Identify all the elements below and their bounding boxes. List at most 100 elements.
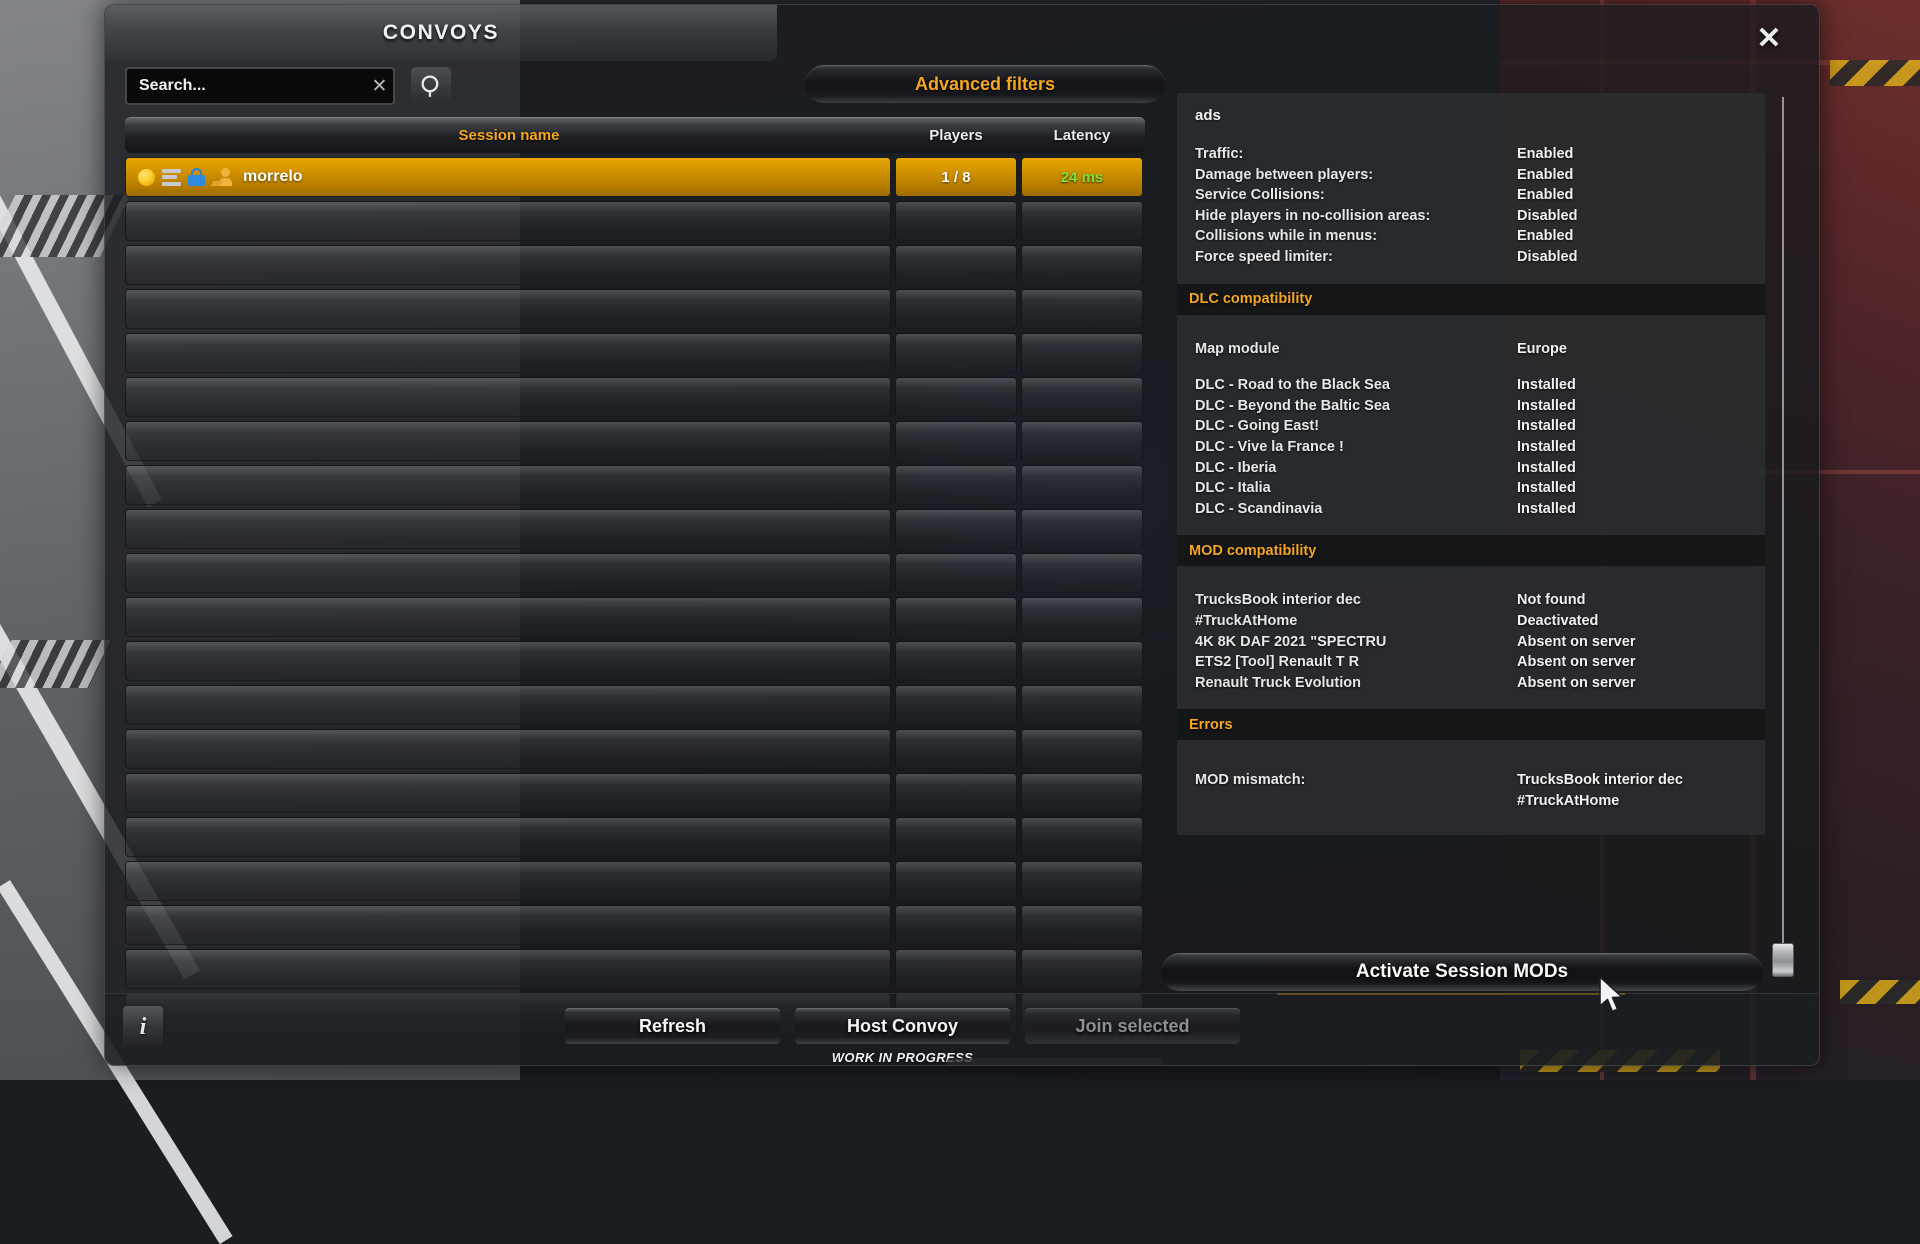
dlc-row-label: DLC - Vive la France !	[1195, 437, 1517, 458]
error-row: MOD mismatch:TrucksBook interior dec#Tru…	[1195, 770, 1747, 811]
info-icon[interactable]: i	[123, 1006, 163, 1048]
players-cell	[895, 553, 1017, 593]
players-value: 1 / 8	[941, 169, 970, 186]
activate-session-mods-button[interactable]: Activate Session MODs	[1161, 953, 1763, 991]
session-name-cell[interactable]	[125, 245, 891, 285]
errors-list: MOD mismatch:TrucksBook interior dec#Tru…	[1195, 770, 1747, 811]
session-name-cell[interactable]	[125, 377, 891, 417]
dlc-row-label: DLC - Iberia	[1195, 458, 1517, 479]
table-row-empty[interactable]	[125, 685, 1145, 727]
players-cell	[895, 465, 1017, 505]
table-row-empty[interactable]	[125, 905, 1145, 947]
dlc-row-value: Installed	[1517, 396, 1576, 417]
table-row[interactable]: morrelo 1 / 8 24 ms	[125, 157, 1145, 199]
session-name-cell[interactable]	[125, 685, 891, 725]
table-row-empty[interactable]	[125, 421, 1145, 463]
session-name-cell[interactable]	[125, 773, 891, 813]
latency-cell	[1021, 817, 1143, 857]
latency-cell: 24 ms	[1021, 157, 1143, 197]
table-row-empty[interactable]	[125, 641, 1145, 683]
latency-cell	[1021, 377, 1143, 417]
session-name-cell[interactable]	[125, 333, 891, 373]
table-row-empty[interactable]	[125, 553, 1145, 595]
table-row-empty[interactable]	[125, 333, 1145, 375]
players-cell	[895, 333, 1017, 373]
error-row-value: TrucksBook interior dec#TruckAtHome	[1517, 770, 1683, 811]
session-name-cell[interactable]: morrelo	[125, 157, 891, 197]
setting-row-value: Disabled	[1517, 247, 1577, 268]
players-cell	[895, 201, 1017, 241]
column-header-latency[interactable]: Latency	[1019, 117, 1145, 153]
search-row: ✕ Advanced filters	[125, 65, 1145, 113]
session-name-cell[interactable]	[125, 289, 891, 329]
refresh-button[interactable]: Refresh	[565, 1008, 780, 1044]
mod-row-label: 4K 8K DAF 2021 "SPECTRU	[1195, 632, 1517, 653]
players-cell	[895, 597, 1017, 637]
dlc-row-value: Installed	[1517, 478, 1576, 499]
mod-list: TrucksBook interior decNot found#TruckAt…	[1195, 590, 1747, 693]
setting-row-label: Service Collisions:	[1195, 185, 1517, 206]
setting-row-label: Collisions while in menus:	[1195, 226, 1517, 247]
mod-row: TrucksBook interior decNot found	[1195, 590, 1747, 611]
players-cell	[895, 377, 1017, 417]
error-row-label: MOD mismatch:	[1195, 770, 1517, 811]
search-box[interactable]: ✕	[125, 67, 395, 105]
dlc-list: DLC - Road to the Black SeaInstalled DLC …	[1195, 375, 1747, 519]
table-row-empty[interactable]	[125, 377, 1145, 419]
mod-row-value: Deactivated	[1517, 611, 1598, 632]
session-name-cell[interactable]	[125, 905, 891, 945]
table-row-empty[interactable]	[125, 773, 1145, 815]
session-name-cell[interactable]	[125, 641, 891, 681]
session-name-cell[interactable]	[125, 949, 891, 989]
search-input[interactable]	[127, 77, 366, 95]
dlc-row-value: Installed	[1517, 458, 1576, 479]
session-name-cell[interactable]	[125, 553, 891, 593]
players-cell	[895, 861, 1017, 901]
session-name-cell[interactable]	[125, 817, 891, 857]
advanced-filters-button[interactable]: Advanced filters	[805, 65, 1165, 103]
table-row-empty[interactable]	[125, 509, 1145, 551]
setting-row-value: Enabled	[1517, 226, 1573, 247]
session-name-cell[interactable]	[125, 465, 891, 505]
mod-row-label: ETS2 [Tool] Renault T R	[1195, 652, 1517, 673]
table-row-empty[interactable]	[125, 949, 1145, 991]
session-name-cell[interactable]	[125, 861, 891, 901]
players-cell	[895, 949, 1017, 989]
mod-row-value: Absent on server	[1517, 652, 1635, 673]
map-module-value: Europe	[1517, 339, 1567, 360]
session-name-cell[interactable]	[125, 509, 891, 549]
host-convoy-button[interactable]: Host Convoy	[795, 1008, 1010, 1044]
players-cell	[895, 289, 1017, 329]
column-header-session-name[interactable]: Session name	[125, 117, 893, 153]
table-row-empty[interactable]	[125, 201, 1145, 243]
table-row-empty[interactable]	[125, 817, 1145, 859]
setting-row-value: Enabled	[1517, 165, 1573, 186]
column-header-players[interactable]: Players	[893, 117, 1019, 153]
dlc-row-value: Installed	[1517, 416, 1576, 437]
table-row-empty[interactable]	[125, 465, 1145, 507]
table-row-empty[interactable]	[125, 729, 1145, 771]
session-name-cell[interactable]	[125, 421, 891, 461]
clear-search-icon[interactable]: ✕	[366, 69, 393, 103]
table-row-empty[interactable]	[125, 597, 1145, 639]
latency-cell	[1021, 729, 1143, 769]
session-name-cell[interactable]	[125, 201, 891, 241]
players-cell	[895, 729, 1017, 769]
status-dot-icon	[138, 169, 155, 186]
session-name-cell[interactable]	[125, 597, 891, 637]
session-name-cell[interactable]	[125, 729, 891, 769]
join-selected-button[interactable]: Join selected	[1025, 1008, 1240, 1044]
detail-scrollbar[interactable]	[1777, 97, 1789, 977]
table-row-empty[interactable]	[125, 245, 1145, 287]
table-row-empty[interactable]	[125, 289, 1145, 331]
latency-cell	[1021, 245, 1143, 285]
table-row-empty[interactable]	[125, 861, 1145, 903]
close-icon[interactable]: ✕	[1749, 19, 1789, 59]
scrollbar-thumb[interactable]	[1772, 943, 1794, 977]
mod-row: #TruckAtHomeDeactivated	[1195, 611, 1747, 632]
search-icon[interactable]	[411, 67, 451, 105]
scrollbar-track[interactable]	[1782, 97, 1784, 977]
latency-cell	[1021, 201, 1143, 241]
setting-row-label: Force speed limiter:	[1195, 247, 1517, 268]
dlc-row: DLC - Road to the Black SeaInstalled	[1195, 375, 1747, 396]
